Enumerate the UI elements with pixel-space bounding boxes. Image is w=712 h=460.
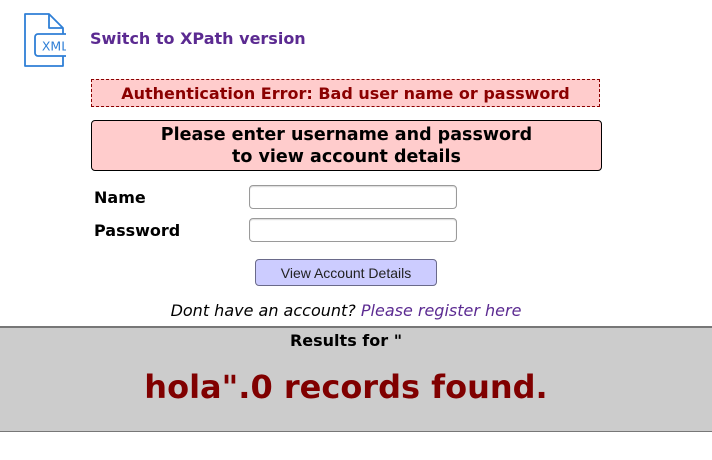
register-prefix: Dont have an account? (170, 301, 361, 320)
prompt-line-1: Please enter username and password (160, 125, 533, 145)
login-prompt-box: Please enter username and password to vi… (91, 120, 602, 171)
password-input[interactable] (249, 218, 457, 242)
prompt-line-2: to view account details (232, 147, 461, 167)
register-prompt: Dont have an account? Please register he… (0, 301, 692, 320)
results-header: Results for " (289, 331, 403, 350)
switch-to-xpath-link[interactable]: Switch to XPath version (90, 29, 306, 48)
results-summary: hola".0 records found. (144, 368, 548, 406)
view-account-details-button[interactable]: View Account Details (255, 259, 437, 286)
register-link[interactable]: Please register here (361, 301, 522, 320)
xml-icon-label: XML (42, 39, 66, 54)
auth-error-banner: Authentication Error: Bad user name or p… (91, 79, 600, 107)
xml-file-icon[interactable]: XML (22, 12, 66, 68)
page: XML Switch to XPath version Authenticati… (0, 0, 712, 460)
password-label: Password (94, 221, 181, 240)
results-panel: Results for " hola".0 records found. (0, 326, 712, 432)
name-input[interactable] (249, 185, 457, 209)
name-label: Name (94, 188, 146, 207)
